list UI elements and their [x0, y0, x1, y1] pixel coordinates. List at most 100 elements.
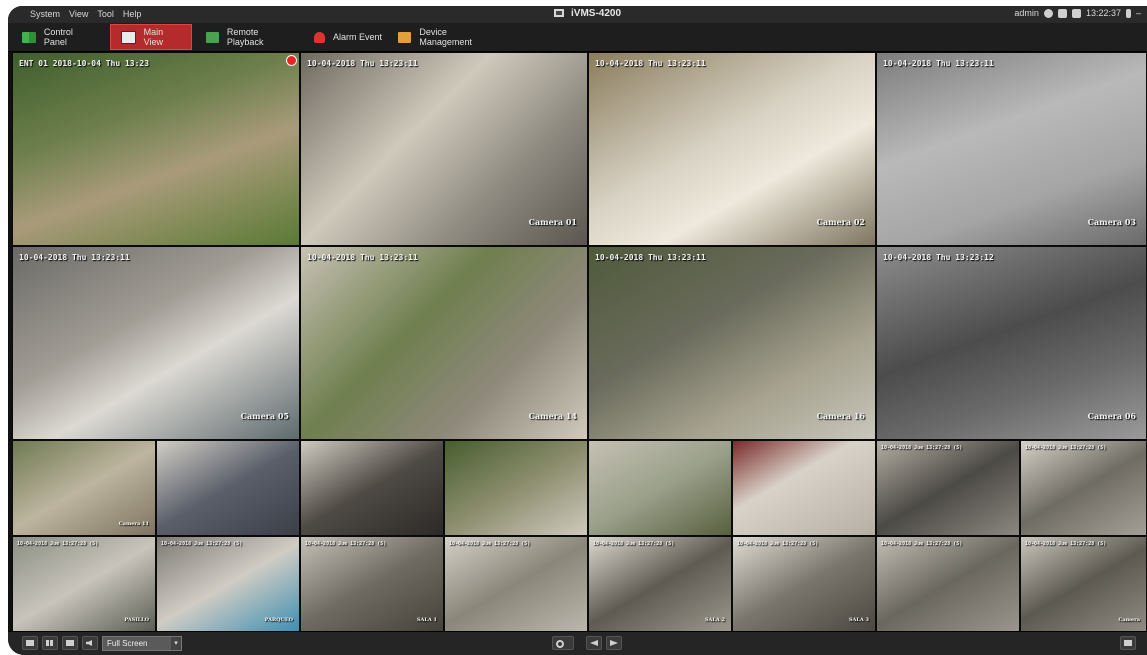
fullscreen-select-value: Full Screen: [107, 639, 148, 648]
network-icon[interactable]: [1043, 8, 1053, 18]
menu-view[interactable]: View: [69, 9, 88, 19]
camera-view-11[interactable]: [300, 440, 444, 536]
previous-page-button[interactable]: [586, 636, 602, 650]
menu-icon[interactable]: [1125, 8, 1131, 18]
tab-label: Remote Playback: [226, 27, 264, 47]
camera-timestamp: 10-04-2018 Thu 13:23:11: [883, 59, 994, 68]
speaker-icon: [86, 640, 92, 646]
stop-all-button[interactable]: [62, 636, 78, 650]
layout-grid-button[interactable]: [42, 636, 58, 650]
camera-timestamp: 10-04-2018 Jue 13:27:28 (S): [1025, 541, 1107, 547]
main-view-icon: [121, 30, 136, 44]
arrow-left-icon: [590, 640, 598, 646]
tab-main-view[interactable]: Main View: [110, 24, 192, 50]
camera-label: Camera 16: [816, 411, 865, 421]
camera-label: Camera 11: [118, 521, 149, 527]
camera-timestamp: 10-04-2018 Jue 13:27:28 (S): [593, 541, 675, 547]
camera-view-1[interactable]: ENT 01 2018-10-04 Thu 13:23: [12, 52, 300, 246]
next-page-button[interactable]: [606, 636, 622, 650]
camera-view-21[interactable]: 10-04-2018 Jue 13:27:28 (S) SALA 2: [588, 536, 732, 632]
remote-playback-icon: [206, 31, 219, 43]
camera-timestamp: 10-04-2018 Thu 13:23:11: [595, 253, 706, 262]
camera-timestamp: 10-04-2018 Jue 13:27:28 (S): [305, 541, 387, 547]
menu-system[interactable]: System: [30, 9, 60, 19]
record-indicator-icon: [286, 55, 297, 66]
control-panel-icon: [22, 31, 36, 43]
camera-view-22[interactable]: 10-04-2018 Jue 13:27:28 (S) SALA 3: [732, 536, 876, 632]
camera-view-6[interactable]: 10-04-2018 Thu 13:23:11 Camera 14: [300, 246, 588, 440]
user-name: admin: [1014, 8, 1039, 18]
minimize-icon[interactable]: –: [1136, 8, 1141, 18]
camera-view-17[interactable]: 10-04-2018 Jue 13:27:28 (S) PASILLO: [12, 536, 156, 632]
camera-view-14[interactable]: [732, 440, 876, 536]
camera-view-3[interactable]: 10-04-2018 Thu 13:23:11 Camera 02: [588, 52, 876, 246]
camera-view-24[interactable]: 10-04-2018 Jue 13:27:28 (S) Camera: [1020, 536, 1147, 632]
arrow-right-icon: [610, 640, 618, 646]
audio-button[interactable]: [82, 636, 98, 650]
camera-timestamp: 10-04-2018 Thu 13:23:11: [307, 253, 418, 262]
menu-tool[interactable]: Tool: [97, 9, 114, 19]
app-logo-icon: [554, 9, 564, 17]
camera-label: SALA 1: [416, 617, 437, 623]
tab-label: Alarm Event: [333, 32, 383, 42]
camera-label: Camera 02: [816, 217, 865, 227]
alarm-event-icon: [314, 31, 325, 43]
camera-view-7[interactable]: 10-04-2018 Thu 13:23:11 Camera 16: [588, 246, 876, 440]
camera-label: SALA 2: [704, 617, 725, 623]
camera-view-13[interactable]: [588, 440, 732, 536]
camera-label: SALA 3: [848, 617, 869, 623]
app-window: System View Tool Help iVMS-4200 admin 13…: [8, 6, 1147, 655]
camera-view-10[interactable]: [156, 440, 300, 536]
camera-view-15[interactable]: 10-04-2018 Jue 13:27:28 (S): [876, 440, 1020, 536]
camera-timestamp: 10-04-2018 Jue 13:27:28 (S): [449, 541, 531, 547]
app-title: iVMS-4200: [553, 7, 621, 19]
camera-view-20[interactable]: 10-04-2018 Jue 13:27:28 (S): [444, 536, 588, 632]
camera-label: Camera 06: [1087, 411, 1136, 421]
camera-view-12[interactable]: [444, 440, 588, 536]
camera-view-4[interactable]: 10-04-2018 Thu 13:23:11 Camera 03: [876, 52, 1147, 246]
camera-timestamp: 10-04-2018 Jue 13:27:28 (S): [1025, 445, 1107, 451]
camera-view-8[interactable]: 10-04-2018 Thu 13:23:12 Camera 06: [876, 246, 1147, 440]
camera-view-23[interactable]: 10-04-2018 Jue 13:27:28 (S): [876, 536, 1020, 632]
camera-timestamp: 10-04-2018 Thu 13:23:11: [19, 253, 130, 262]
camera-timestamp: 10-04-2018 Jue 13:27:28 (S): [881, 541, 963, 547]
camera-view-18[interactable]: 10-04-2018 Jue 13:27:28 (S) PARQUEO: [156, 536, 300, 632]
window-layout-button[interactable]: [1120, 636, 1136, 650]
camera-view-16[interactable]: 10-04-2018 Jue 13:27:28 (S): [1020, 440, 1147, 536]
layout-single-button[interactable]: [22, 636, 38, 650]
tab-alarm-event[interactable]: Alarm Event: [304, 24, 398, 50]
refresh-icon: [556, 640, 564, 648]
tab-bar: Control Panel Main View Remote Playback …: [8, 23, 1147, 52]
tab-control-panel[interactable]: Control Panel: [12, 24, 108, 50]
stop-icon: [66, 640, 74, 646]
lock-icon[interactable]: [1057, 8, 1067, 18]
keyboard-icon[interactable]: [1071, 8, 1081, 18]
camera-label: Camera: [1118, 617, 1140, 623]
tab-remote-playback[interactable]: Remote Playback: [196, 24, 302, 50]
menu-help[interactable]: Help: [123, 9, 142, 19]
menu-bar: System View Tool Help: [30, 9, 141, 19]
tab-device-management[interactable]: Device Management: [388, 24, 508, 50]
camera-label: PASILLO: [124, 617, 149, 623]
tab-label: Device Management: [419, 27, 472, 47]
refresh-button[interactable]: [552, 636, 574, 650]
layout-single-icon: [26, 640, 34, 646]
camera-label: Camera 03: [1087, 217, 1136, 227]
title-bar: System View Tool Help iVMS-4200 admin 13…: [8, 6, 1147, 23]
camera-timestamp: 10-04-2018 Jue 13:27:28 (S): [17, 541, 99, 547]
fullscreen-select[interactable]: Full Screen ▾: [102, 636, 182, 651]
camera-timestamp: 10-04-2018 Jue 13:27:28 (S): [161, 541, 243, 547]
camera-view-19[interactable]: 10-04-2018 Jue 13:27:28 (S) SALA 1: [300, 536, 444, 632]
video-grid: ENT 01 2018-10-04 Thu 13:23 10-04-2018 T…: [12, 52, 1147, 632]
layout-grid-icon: [46, 640, 54, 646]
camera-label: PARQUEO: [264, 617, 293, 623]
camera-view-5[interactable]: 10-04-2018 Thu 13:23:11 Camera 05: [12, 246, 300, 440]
camera-timestamp: 10-04-2018 Thu 13:23:11: [595, 59, 706, 68]
camera-timestamp: 10-04-2018 Thu 13:23:11: [307, 59, 418, 68]
status-area: admin 13:22:37 –: [1014, 8, 1141, 18]
clock-time: 13:22:37: [1085, 8, 1121, 18]
camera-view-9[interactable]: Camera 11: [12, 440, 156, 536]
camera-view-2[interactable]: 10-04-2018 Thu 13:23:11 Camera 01: [300, 52, 588, 246]
window-layout-icon: [1124, 640, 1132, 646]
device-management-icon: [398, 31, 412, 43]
